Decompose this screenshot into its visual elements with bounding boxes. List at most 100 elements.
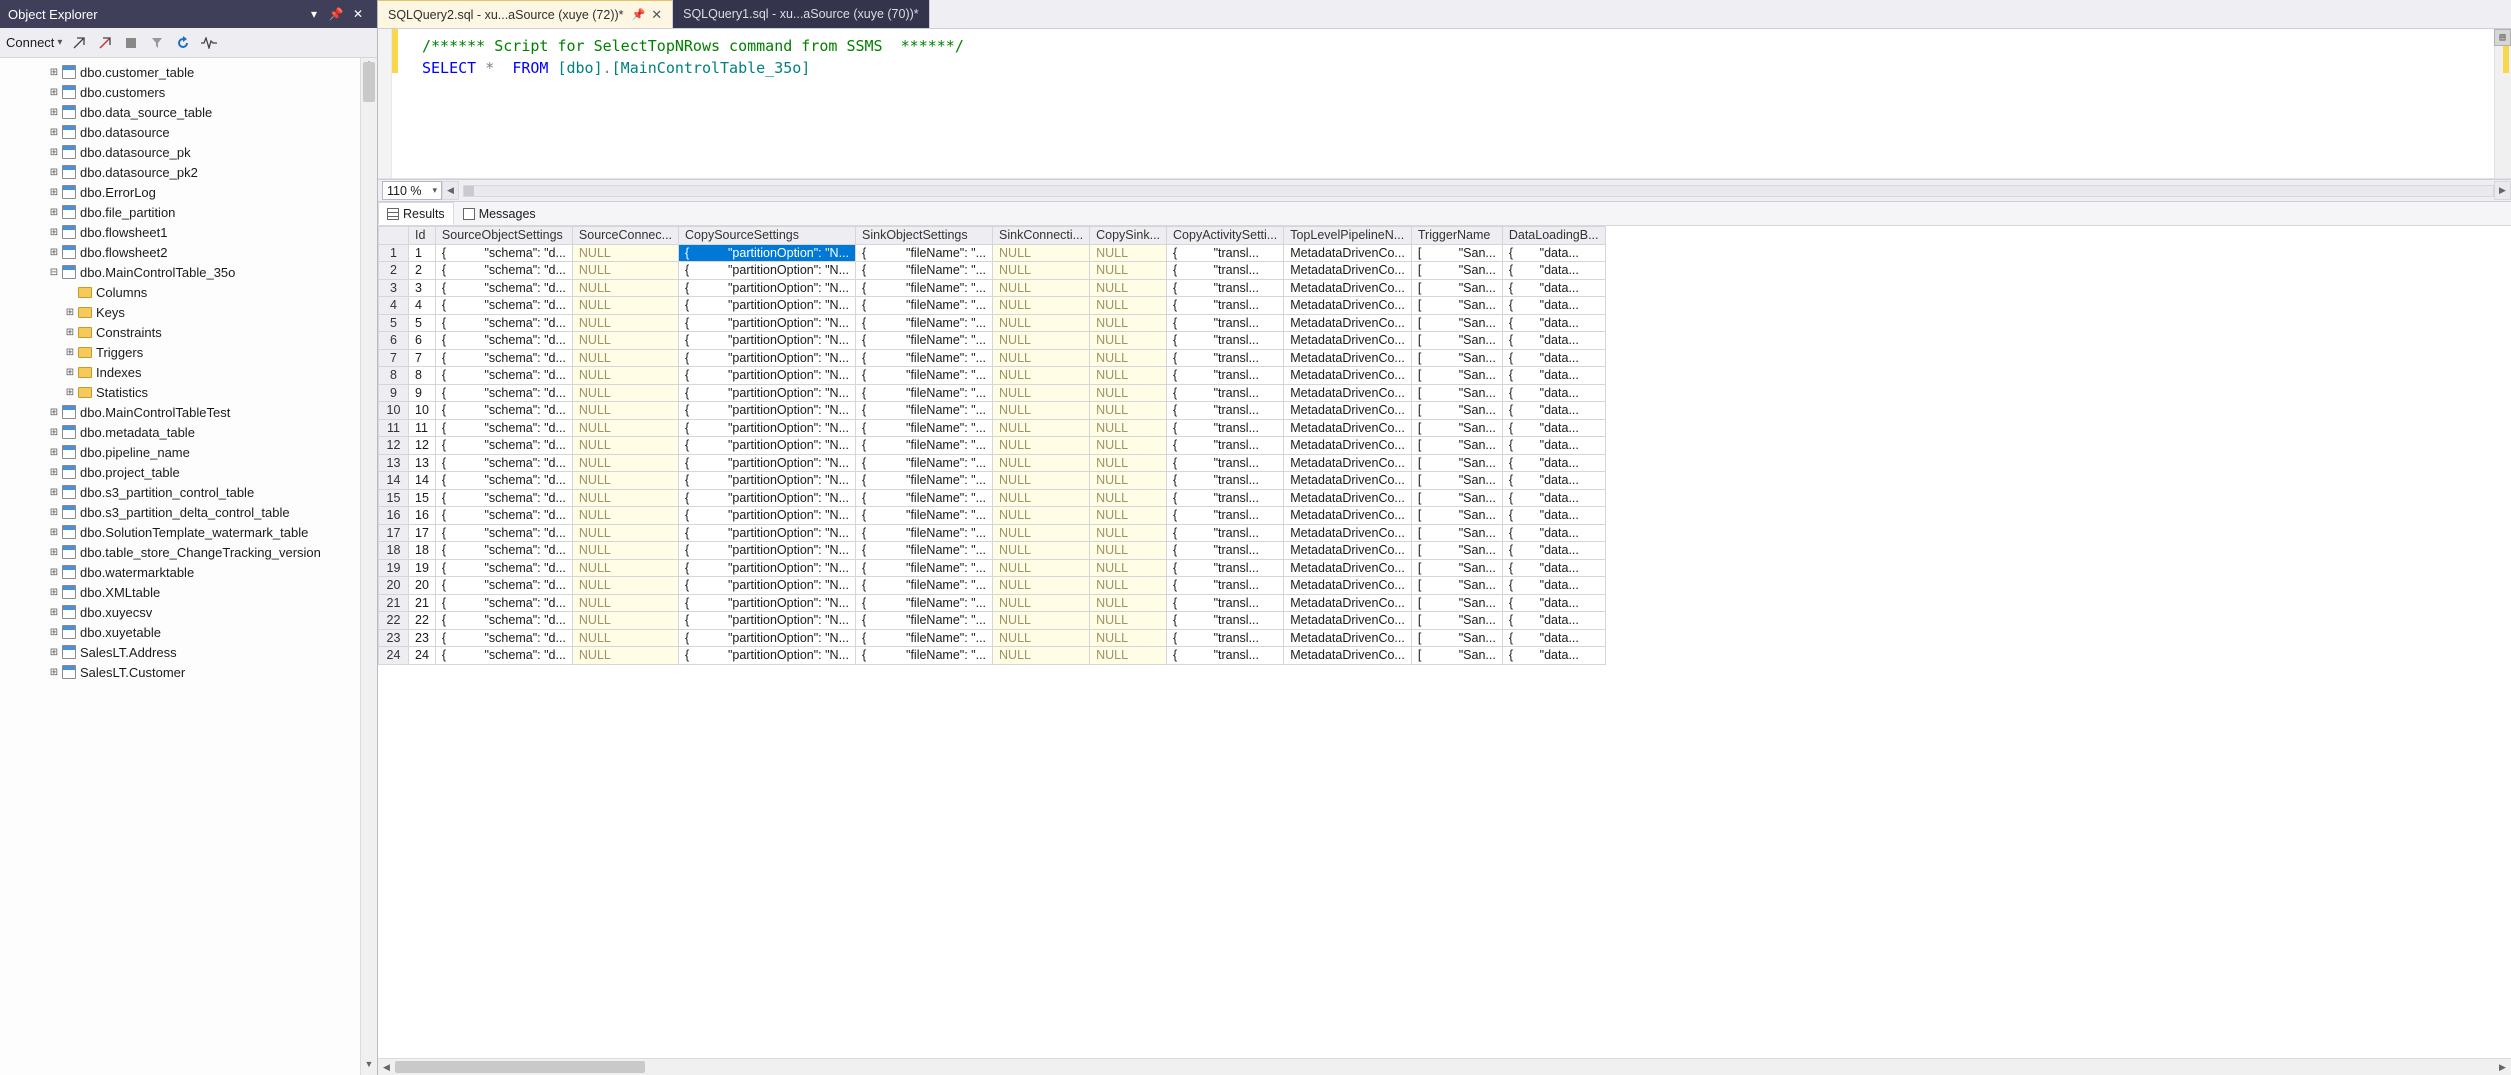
- grid-cell[interactable]: NULL: [993, 489, 1090, 507]
- grid-cell[interactable]: 8: [379, 367, 409, 385]
- grid-cell[interactable]: 23: [409, 629, 436, 647]
- grid-cell[interactable]: {"data...: [1502, 454, 1605, 472]
- grid-cell[interactable]: MetadataDrivenCo...: [1284, 367, 1412, 385]
- grid-cell[interactable]: 9: [379, 384, 409, 402]
- tab-results[interactable]: Results: [378, 202, 454, 225]
- grid-cell[interactable]: NULL: [572, 384, 678, 402]
- table-node[interactable]: ⊞dbo.xuyecsv: [0, 602, 377, 622]
- grid-cell[interactable]: {"transl...: [1167, 507, 1284, 525]
- expand-icon[interactable]: ⊞: [48, 447, 60, 458]
- table-row[interactable]: 1414{"schema": "d...NULL{"partitionOptio…: [379, 472, 1606, 490]
- grid-cell[interactable]: 7: [409, 349, 436, 367]
- grid-cell[interactable]: MetadataDrivenCo...: [1284, 349, 1412, 367]
- table-node[interactable]: ⊞dbo.datasource_pk2: [0, 162, 377, 182]
- grid-cell[interactable]: NULL: [572, 437, 678, 455]
- expand-icon[interactable]: ⊞: [48, 567, 60, 578]
- results-hscroll-right-arrow-icon[interactable]: ▶: [2494, 1059, 2511, 1075]
- grid-cell[interactable]: 2: [409, 262, 436, 280]
- table-node[interactable]: ⊞dbo.table_store_ChangeTracking_version: [0, 542, 377, 562]
- table-row[interactable]: 77{"schema": "d...NULL{"partitionOption"…: [379, 349, 1606, 367]
- grid-cell[interactable]: NULL: [1090, 279, 1167, 297]
- grid-cell[interactable]: 5: [409, 314, 436, 332]
- grid-cell[interactable]: {"partitionOption": "N...: [679, 262, 856, 280]
- grid-cell[interactable]: {"transl...: [1167, 402, 1284, 420]
- grid-cell[interactable]: NULL: [993, 437, 1090, 455]
- grid-cell[interactable]: ["San...: [1411, 384, 1502, 402]
- grid-cell[interactable]: {"fileName": "...: [856, 647, 993, 665]
- grid-cell[interactable]: 8: [409, 367, 436, 385]
- grid-cell[interactable]: {"fileName": "...: [856, 489, 993, 507]
- grid-cell[interactable]: {"partitionOption": "N...: [679, 559, 856, 577]
- grid-cell[interactable]: MetadataDrivenCo...: [1284, 612, 1412, 630]
- editor-code[interactable]: /****** Script for SelectTopNRows comman…: [378, 29, 2511, 79]
- grid-cell[interactable]: {"transl...: [1167, 332, 1284, 350]
- grid-cell[interactable]: NULL: [993, 524, 1090, 542]
- grid-cell[interactable]: MetadataDrivenCo...: [1284, 594, 1412, 612]
- grid-cell[interactable]: {"partitionOption": "N...: [679, 384, 856, 402]
- grid-cell[interactable]: NULL: [1090, 367, 1167, 385]
- grid-cell[interactable]: NULL: [1090, 349, 1167, 367]
- grid-cell[interactable]: NULL: [572, 629, 678, 647]
- grid-cell[interactable]: {"partitionOption": "N...: [679, 647, 856, 665]
- grid-cell[interactable]: {"data...: [1502, 279, 1605, 297]
- grid-cell[interactable]: {"fileName": "...: [856, 297, 993, 315]
- filter-icon[interactable]: [148, 34, 166, 52]
- grid-cell[interactable]: {"transl...: [1167, 577, 1284, 595]
- table-row[interactable]: 55{"schema": "d...NULL{"partitionOption"…: [379, 314, 1606, 332]
- expand-icon[interactable]: ⊞: [48, 547, 60, 558]
- grid-cell[interactable]: MetadataDrivenCo...: [1284, 559, 1412, 577]
- object-explorer-tree[interactable]: ⊞dbo.customer_table⊞dbo.customers⊞dbo.da…: [0, 58, 377, 1075]
- grid-cell[interactable]: ["San...: [1411, 594, 1502, 612]
- table-node[interactable]: ⊞dbo.metadata_table: [0, 422, 377, 442]
- grid-cell[interactable]: MetadataDrivenCo...: [1284, 297, 1412, 315]
- grid-cell[interactable]: ["San...: [1411, 472, 1502, 490]
- grid-cell[interactable]: NULL: [1090, 244, 1167, 262]
- grid-cell[interactable]: {"fileName": "...: [856, 262, 993, 280]
- grid-cell[interactable]: {"schema": "d...: [435, 279, 572, 297]
- grid-cell[interactable]: {"schema": "d...: [435, 367, 572, 385]
- grid-cell[interactable]: NULL: [993, 542, 1090, 560]
- expand-icon[interactable]: ⊞: [48, 487, 60, 498]
- tab-messages[interactable]: Messages: [454, 202, 545, 225]
- grid-cell[interactable]: NULL: [572, 472, 678, 490]
- zoom-dropdown[interactable]: 110 %: [382, 181, 442, 200]
- table-row[interactable]: 1111{"schema": "d...NULL{"partitionOptio…: [379, 419, 1606, 437]
- table-node[interactable]: ⊞SalesLT.Address: [0, 642, 377, 662]
- grid-cell[interactable]: ["San...: [1411, 244, 1502, 262]
- grid-cell[interactable]: MetadataDrivenCo...: [1284, 454, 1412, 472]
- grid-cell[interactable]: 6: [409, 332, 436, 350]
- grid-cell[interactable]: ["San...: [1411, 524, 1502, 542]
- folder-node[interactable]: ⊞Indexes: [0, 362, 377, 382]
- grid-cell[interactable]: NULL: [572, 349, 678, 367]
- grid-cell[interactable]: NULL: [572, 577, 678, 595]
- grid-cell[interactable]: NULL: [1090, 559, 1167, 577]
- grid-cell[interactable]: NULL: [572, 402, 678, 420]
- grid-cell[interactable]: ["San...: [1411, 367, 1502, 385]
- expand-icon[interactable]: ⊞: [48, 227, 60, 238]
- grid-cell[interactable]: NULL: [993, 594, 1090, 612]
- grid-cell[interactable]: MetadataDrivenCo...: [1284, 262, 1412, 280]
- sql-editor[interactable]: /****** Script for SelectTopNRows comman…: [378, 29, 2511, 179]
- grid-cell[interactable]: NULL: [1090, 542, 1167, 560]
- table-row[interactable]: 33{"schema": "d...NULL{"partitionOption"…: [379, 279, 1606, 297]
- grid-cell[interactable]: {"transl...: [1167, 559, 1284, 577]
- close-icon[interactable]: ✕: [347, 7, 369, 21]
- table-row[interactable]: 1212{"schema": "d...NULL{"partitionOptio…: [379, 437, 1606, 455]
- grid-cell[interactable]: 10: [379, 402, 409, 420]
- table-node[interactable]: ⊞dbo.datasource_pk: [0, 142, 377, 162]
- grid-cell[interactable]: 22: [379, 612, 409, 630]
- grid-cell[interactable]: {"transl...: [1167, 244, 1284, 262]
- grid-cell[interactable]: {"transl...: [1167, 314, 1284, 332]
- grid-cell[interactable]: NULL: [993, 262, 1090, 280]
- grid-cell[interactable]: ["San...: [1411, 454, 1502, 472]
- table-node[interactable]: ⊞dbo.ErrorLog: [0, 182, 377, 202]
- grid-cell[interactable]: {"partitionOption": "N...: [679, 489, 856, 507]
- grid-cell[interactable]: NULL: [993, 384, 1090, 402]
- grid-cell[interactable]: {"data...: [1502, 419, 1605, 437]
- grid-cell[interactable]: {"fileName": "...: [856, 384, 993, 402]
- grid-cell[interactable]: {"schema": "d...: [435, 454, 572, 472]
- grid-cell[interactable]: {"transl...: [1167, 454, 1284, 472]
- grid-cell[interactable]: NULL: [572, 244, 678, 262]
- grid-cell[interactable]: ["San...: [1411, 612, 1502, 630]
- grid-cell[interactable]: {"fileName": "...: [856, 314, 993, 332]
